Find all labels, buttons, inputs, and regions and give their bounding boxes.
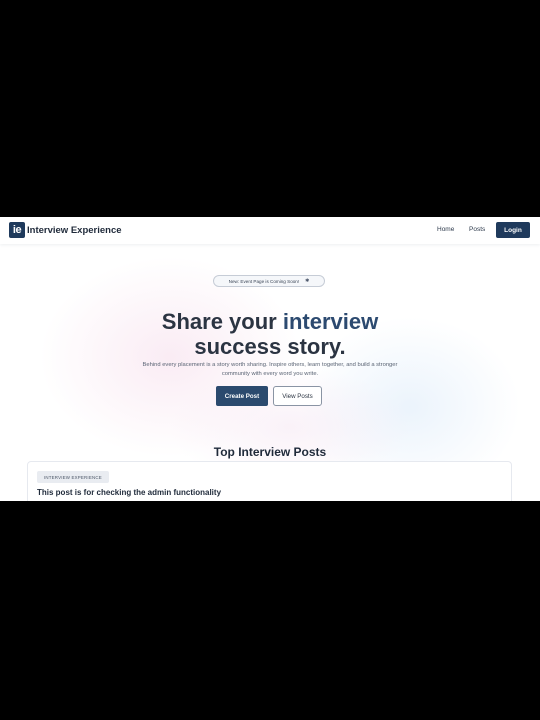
top-navbar: ie Interview Experience Home Posts Login [0, 217, 540, 244]
create-post-button[interactable]: Create Post [216, 386, 268, 406]
hero-headline: Share your interview success story. [0, 309, 540, 359]
announcement-pill[interactable]: New: Event Page is Coming Soon! ✱ [213, 275, 325, 287]
brand-logo-icon: ie [9, 222, 25, 238]
nav-link-posts[interactable]: Posts [469, 226, 485, 233]
browser-viewport: ie Interview Experience Home Posts Login… [0, 217, 540, 501]
announcement-text: New: Event Page is Coming Soon! [228, 278, 300, 284]
sparkle-icon: ✱ [305, 278, 310, 284]
headline-part-2: success story. [194, 333, 346, 359]
brand[interactable]: ie Interview Experience [9, 222, 122, 238]
view-posts-button[interactable]: View Posts [273, 386, 322, 406]
headline-accent: interview [282, 308, 379, 334]
login-button[interactable]: Login [496, 222, 530, 238]
post-title[interactable]: This post is for checking the admin func… [37, 488, 221, 497]
top-posts-heading: Top Interview Posts [213, 444, 327, 459]
post-category-badge: INTERVIEW EXPERIENCE [37, 471, 109, 483]
nav-link-home[interactable]: Home [437, 226, 454, 233]
brand-name: Interview Experience [27, 224, 122, 236]
post-card[interactable]: INTERVIEW EXPERIENCE This post is for ch… [27, 461, 512, 501]
headline-part-1: Share your [161, 308, 283, 334]
hero-subtext: Behind every placement is a story worth … [142, 361, 398, 378]
